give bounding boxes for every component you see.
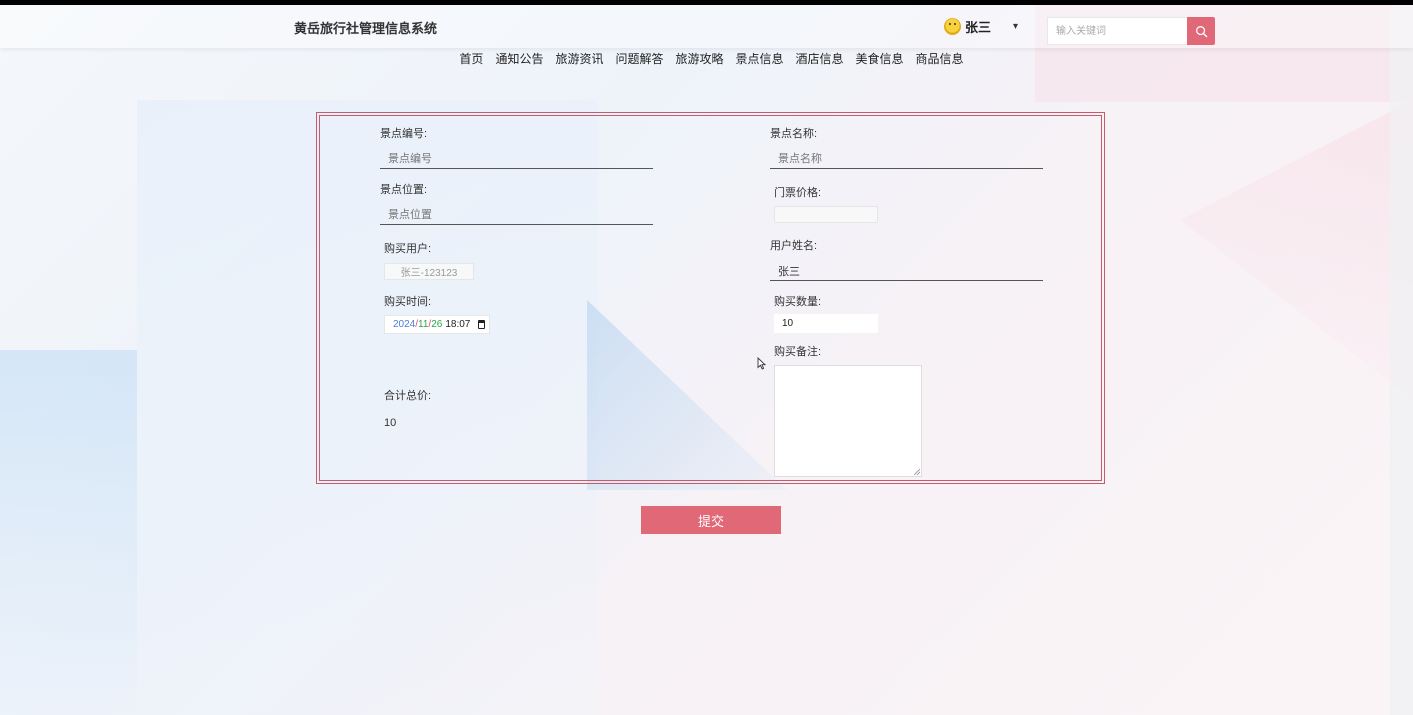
total-label: 合计总价: [384,390,432,402]
background-shape [1390,0,1413,715]
scenic-name-label: 景点名称: [770,128,818,140]
search-icon [1195,25,1207,37]
nav-item-products[interactable]: 商品信息 [916,50,964,67]
nav-item-food[interactable]: 美食信息 [856,50,904,67]
scenic-no-label: 景点编号: [380,128,428,140]
background-shape [1180,100,1413,400]
nav-item-travel-guides[interactable]: 旅游攻略 [675,50,723,67]
remark-label: 购买备注: [774,346,822,358]
search-box [1047,17,1215,45]
user-name: 张三 [965,20,992,35]
scenic-no-field[interactable] [380,149,653,169]
date-year: 2024 [393,319,416,330]
buyer-field[interactable] [384,263,474,280]
background-shape [0,350,137,715]
nav-item-travel-news[interactable]: 旅游资讯 [555,50,603,67]
scenic-location-label: 景点位置: [380,184,428,196]
user-name-field[interactable] [770,261,1043,281]
avatar [944,18,961,35]
nav-item-hotels[interactable]: 酒店信息 [796,50,844,67]
quantity-field[interactable] [774,314,878,333]
remark-textarea[interactable] [774,365,922,477]
nav-item-home[interactable]: 首页 [459,50,483,67]
search-button[interactable] [1187,17,1215,45]
main-nav: 首页 通知公告 旅游资讯 问题解答 旅游攻略 景点信息 酒店信息 美食信息 商品… [0,50,1413,67]
ticket-price-field[interactable] [774,206,878,223]
nav-item-notices[interactable]: 通知公告 [495,50,543,67]
quantity-label: 购买数量: [774,296,822,308]
calendar-icon[interactable] [478,320,485,329]
date-month: 11 [418,319,429,330]
date-day: 26 [431,319,443,330]
buyer-label: 购买用户: [384,243,432,255]
form-inner-frame: 景点编号: 景点名称: 景点位置: 门票价格: 购买用户: 用户姓名: 购买时间… [319,115,1102,481]
user-name-label: 用户姓名: [770,240,818,252]
scenic-location-field[interactable] [380,205,653,225]
purchase-time-field[interactable]: 2024/11/26 18:07 [384,315,490,334]
purchase-time-label: 购买时间: [384,296,432,308]
ticket-price-label: 门票价格: [774,187,822,199]
site-title: 黄岳旅行社管理信息系统 [294,21,438,36]
user-menu[interactable]: 张三 ▾ [944,17,1018,36]
scenic-name-field[interactable] [770,149,1043,169]
resize-handle[interactable] [914,469,920,475]
nav-item-scenic-spots[interactable]: 景点信息 [736,50,784,67]
mouse-cursor-icon [757,357,766,370]
top-bar: 黄岳旅行社管理信息系统 张三 ▾ [0,0,1413,48]
search-input[interactable] [1047,17,1187,45]
date-time: 18:07 [445,319,471,330]
purchase-form: 景点编号: 景点名称: 景点位置: 门票价格: 购买用户: 用户姓名: 购买时间… [316,112,1105,484]
total-value: 10 [384,417,397,429]
chevron-down-icon[interactable]: ▾ [1013,21,1018,32]
submit-button[interactable]: 提交 [641,506,781,534]
nav-item-faq[interactable]: 问题解答 [615,50,663,67]
